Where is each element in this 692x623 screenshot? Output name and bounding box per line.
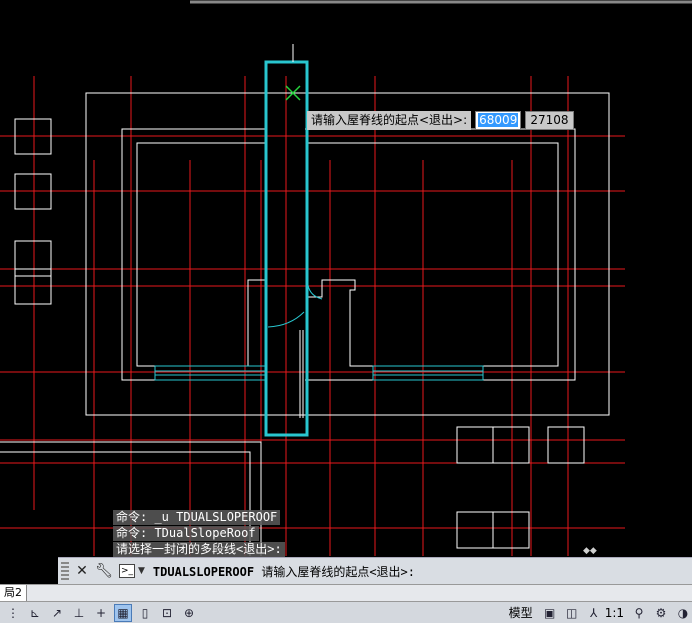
annotation-icon[interactable]: ⅄ — [585, 604, 603, 622]
annotation-visibility-icon[interactable]: ⚲ — [630, 604, 648, 622]
lwt-icon[interactable]: ⊡ — [158, 604, 176, 622]
x-coordinate-input[interactable]: 68009 — [475, 111, 522, 130]
gear-icon[interactable]: ⚙ — [652, 604, 670, 622]
window — [154, 365, 266, 381]
coordinate-mark: ◆◆ — [583, 546, 597, 556]
wall — [305, 128, 576, 381]
wall — [136, 142, 265, 367]
osnap-icon[interactable]: ⊥ — [70, 604, 88, 622]
crosshair-cursor — [285, 44, 301, 101]
model-label[interactable]: 模型 — [505, 604, 537, 621]
y-coordinate-input[interactable]: 27108 — [525, 111, 574, 130]
status-bar: ⋮ ⊾ ↗ ⊥ + ▦ ▯ ⊡ ⊕ 模型 ▣ ◫ ⅄ 1:1 ⚲ ⚙ ◑ — [0, 601, 692, 623]
history-line: 命令: _u TDUALSLOPEROOF — [113, 510, 281, 525]
command-prompt-icon[interactable]: >_ ▼ — [119, 564, 145, 578]
qp-icon[interactable]: ⊕ — [180, 604, 198, 622]
dyn-icon[interactable]: ▯ — [136, 604, 154, 622]
tab-layout[interactable]: 局2 — [0, 585, 27, 601]
layout-icon[interactable]: ▣ — [541, 604, 559, 622]
lock-icon[interactable]: ◑ — [674, 604, 692, 622]
command-line: ✕ 🔧︎ >_ ▼ TDUALSLOPEROOF 请输入屋脊线的起点<退出>: — [58, 557, 692, 584]
building-walls — [0, 92, 610, 556]
grip-handle[interactable] — [61, 562, 69, 580]
left-blocks — [14, 118, 52, 305]
command-name: TDUALSLOPEROOF — [152, 564, 255, 579]
block — [14, 240, 52, 277]
viewports-icon[interactable]: ◫ — [563, 604, 581, 622]
ortho-icon[interactable]: ⊾ — [26, 604, 44, 622]
polar-icon[interactable]: ↗ — [48, 604, 66, 622]
x-coordinate-value: 68009 — [478, 113, 519, 127]
close-icon[interactable]: ✕ — [73, 562, 91, 580]
command-input[interactable]: TDUALSLOPEROOF 请输入屋脊线的起点<退出>: — [153, 563, 415, 580]
dynamic-input-prompt: 请输入屋脊线的起点<退出>: — [307, 111, 472, 130]
snap-icon[interactable]: ⋮ — [4, 604, 22, 622]
wall — [308, 142, 559, 367]
chevron-down-icon: ▼ — [138, 566, 145, 576]
otrack-icon[interactable]: + — [92, 604, 110, 622]
drawing-canvas[interactable]: ◆◆ — [0, 0, 692, 556]
dynamic-input-tooltip: 请输入屋脊线的起点<退出>: 68009 27108 — [307, 111, 574, 130]
grid-icon[interactable]: ▦ — [114, 603, 132, 622]
history-line: 命令: TDualSlopeRoof — [113, 526, 259, 541]
command-icon: >_ — [119, 564, 135, 578]
wrench-icon[interactable]: 🔧︎ — [95, 562, 113, 580]
window — [372, 365, 484, 381]
layout-tabs: 局2 — [0, 584, 692, 601]
wall — [121, 128, 265, 381]
window-block — [547, 426, 585, 464]
annotation-scale[interactable]: 1:1 — [603, 606, 626, 620]
command-prompt-text: 请输入屋脊线的起点<退出>: — [261, 564, 415, 579]
vertical-grid-lines — [33, 76, 569, 556]
history-line: 请选择一封闭的多段线<退出>: — [113, 542, 285, 557]
openings — [154, 284, 484, 381]
